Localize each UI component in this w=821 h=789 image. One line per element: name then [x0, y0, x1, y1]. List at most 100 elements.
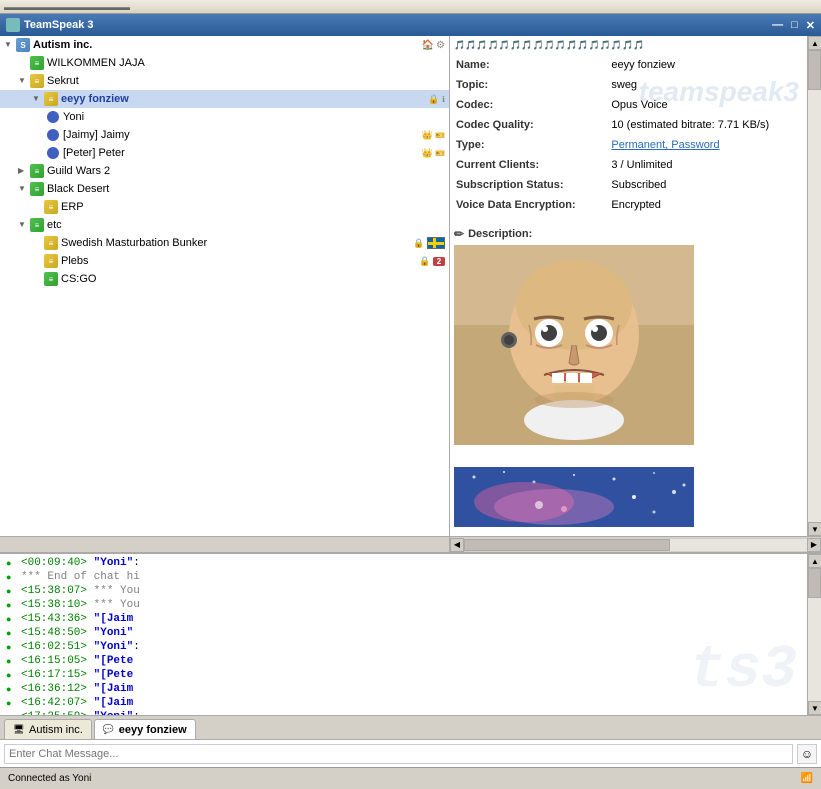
channel-icon: ≡ [30, 56, 44, 70]
chat-input[interactable] [4, 744, 793, 764]
tab-server[interactable]: 🖥 Autism inc. [4, 719, 92, 739]
channel-csgo[interactable]: ≡ CS:GO [0, 270, 449, 288]
encryption-label: Voice Data Encryption: [456, 199, 609, 217]
left-hscroll-area [0, 537, 450, 552]
settings-icon: ⚙ [436, 40, 445, 51]
server-name: Autism inc. [33, 39, 422, 51]
chat-entry-3: ● <15:38:10> *** You [6, 598, 801, 612]
server-root[interactable]: ▼ S Autism inc. 🏠 ⚙ [0, 36, 449, 54]
chat-scroll-down[interactable]: ▼ [808, 701, 821, 715]
channel-eeyy[interactable]: ▼ ≡ eeyy fonziew 🔒 ℹ [0, 90, 449, 108]
chat-entry-icon: ● [6, 641, 18, 653]
status-text: Connected as Yoni [8, 773, 91, 784]
user-peter[interactable]: [Peter] Peter 👑 🎫 [0, 144, 449, 162]
user-name: [Jaimy] Jaimy [63, 129, 422, 141]
chat-scrollbar[interactable]: ▲ ▼ [807, 554, 821, 715]
channel-swedish[interactable]: ≡ Swedish Masturbation Bunker 🔒 [0, 234, 449, 252]
chat-entry-text: <00:09:40> "Yoni": [21, 556, 140, 570]
chat-entry-icon: ● [6, 669, 18, 681]
header-decorations: 🎵🎵🎵🎵🎵🎵🎵🎵🎵🎵🎵🎵🎵🎵🎵🎵🎵 [454, 40, 645, 51]
close-button[interactable]: ✕ [806, 19, 815, 32]
description-section-title: ✏ Description: [454, 227, 803, 241]
chat-msg: : [133, 557, 140, 569]
user-jaimy[interactable]: [Jaimy] Jaimy 👑 🎫 [0, 126, 449, 144]
minimize-button[interactable]: — [772, 19, 783, 32]
group-label: Sekrut [47, 75, 445, 87]
chat-user: "[Pete [94, 669, 134, 681]
extra-icon: 🎫 [435, 131, 445, 140]
group-etc[interactable]: ▼ ≡ etc [0, 216, 449, 234]
right-panel-wrapper: 🎵🎵🎵🎵🎵🎵🎵🎵🎵🎵🎵🎵🎵🎵🎵🎵🎵 teamspeak3 Name: eeyy … [450, 36, 821, 536]
chat-entry-text: <15:43:36> "[Jaim [21, 612, 133, 626]
user-badges: 👑 🎫 [422, 130, 445, 141]
app-title: TeamSpeak 3 [24, 19, 94, 31]
hscroll-right-arrow[interactable]: ▶ [807, 538, 821, 552]
main-container: ▼ S Autism inc. 🏠 ⚙ ≡ WILKOMMEN JAJA ▼ ≡… [0, 36, 821, 536]
subscription-label: Subscription Status: [456, 179, 609, 197]
codec-quality-value: 10 (estimated bitrate: 7.71 KB/s) [611, 119, 801, 137]
chat-entry-icon: ● [6, 683, 18, 695]
emoji-button[interactable]: ☺ [797, 744, 817, 764]
chat-entry-1: ● *** End of chat hi [6, 570, 801, 584]
type-label: Type: [456, 139, 609, 157]
group-blackdesert[interactable]: ▼ ≡ Black Desert [0, 180, 449, 198]
group-label: Black Desert [47, 183, 445, 195]
tab-chat[interactable]: 💬 eeyy fonziew [94, 719, 196, 739]
scroll-down-arrow[interactable]: ▼ [808, 522, 821, 536]
hscroll-left-arrow[interactable]: ◀ [450, 538, 464, 552]
chat-entry-2: ● <15:38:07> *** You [6, 584, 801, 598]
chat-entry-text: <17:25:59> "Yoni": [21, 710, 140, 715]
expand-arrow: ▼ [18, 220, 28, 230]
chat-time: <15:38:07> [21, 585, 87, 597]
codec-quality-label: Codec Quality: [456, 119, 609, 137]
chat-entry-icon: ● [6, 697, 18, 709]
chat-entry-10: ● <16:42:07> "[Jaim [6, 696, 801, 710]
chat-time: <15:43:36> [21, 613, 87, 625]
horizontal-scrollbar: ◀ ▶ [0, 536, 821, 552]
channel-plebs[interactable]: ≡ Plebs 🔒 2 [0, 252, 449, 270]
chat-entry-icon: ● [6, 571, 18, 583]
chat-user: "Yoni" [94, 557, 134, 569]
chat-entry-6: ● <16:02:51> "Yoni": [6, 640, 801, 654]
server-tree: ▼ S Autism inc. 🏠 ⚙ ≡ WILKOMMEN JAJA ▼ ≡… [0, 36, 450, 536]
chat-entry-text: <15:48:50> "Yoni" [21, 626, 133, 640]
chat-entry-icon: ● [6, 655, 18, 667]
group-sekrut[interactable]: ▼ ≡ Sekrut [0, 72, 449, 90]
channel-wilkommen[interactable]: ≡ WILKOMMEN JAJA [0, 54, 449, 72]
user-name: [Peter] Peter [63, 147, 422, 159]
right-scrollbar[interactable]: ▲ ▼ [807, 36, 821, 536]
user-yoni[interactable]: Yoni [0, 108, 449, 126]
description-label: Description: [468, 228, 532, 240]
group-icon: ≡ [30, 164, 44, 178]
expand-arrow [32, 256, 42, 266]
channel-icon: ≡ [44, 92, 58, 106]
channel-erp[interactable]: ≡ ERP [0, 198, 449, 216]
chat-scroll-thumb[interactable] [808, 568, 821, 598]
chat-input-bar: ☺ [0, 739, 821, 767]
scroll-up-arrow[interactable]: ▲ [808, 36, 821, 50]
chat-entry-5: ● <15:48:50> "Yoni" [6, 626, 801, 640]
channel-label: Swedish Masturbation Bunker [61, 237, 413, 249]
current-clients-value: 3 / Unlimited [611, 159, 801, 177]
description-image [454, 245, 694, 465]
chat-entry-4: ● <15:43:36> "[Jaim [6, 612, 801, 626]
chat-user: "Yoni" [94, 641, 134, 653]
status-bar: Connected as Yoni 📶 [0, 767, 821, 789]
maximize-button[interactable]: □ [791, 19, 798, 32]
group-guildwars2[interactable]: ▶ ≡ Guild Wars 2 [0, 162, 449, 180]
topic-label: Topic: [456, 79, 609, 97]
expand-arrow: ▼ [32, 94, 42, 104]
chat-sys-msg: *** End of chat hi [21, 571, 140, 583]
chat-scroll-up[interactable]: ▲ [808, 554, 821, 568]
channel-icon: ≡ [44, 236, 58, 250]
user-icon [46, 110, 60, 124]
hscroll-thumb[interactable] [464, 539, 670, 551]
chat-user: "[Jaim [94, 697, 134, 709]
chat-entry-icon: ● [6, 613, 18, 625]
expand-arrow [32, 202, 42, 212]
channel-icon: ≡ [44, 254, 58, 268]
chat-entry-9: ● <16:36:12> "[Jaim [6, 682, 801, 696]
chat-sys-msg: *** You [94, 599, 140, 611]
scroll-thumb[interactable] [808, 50, 821, 90]
chat-entry-icon: ● [6, 711, 18, 715]
